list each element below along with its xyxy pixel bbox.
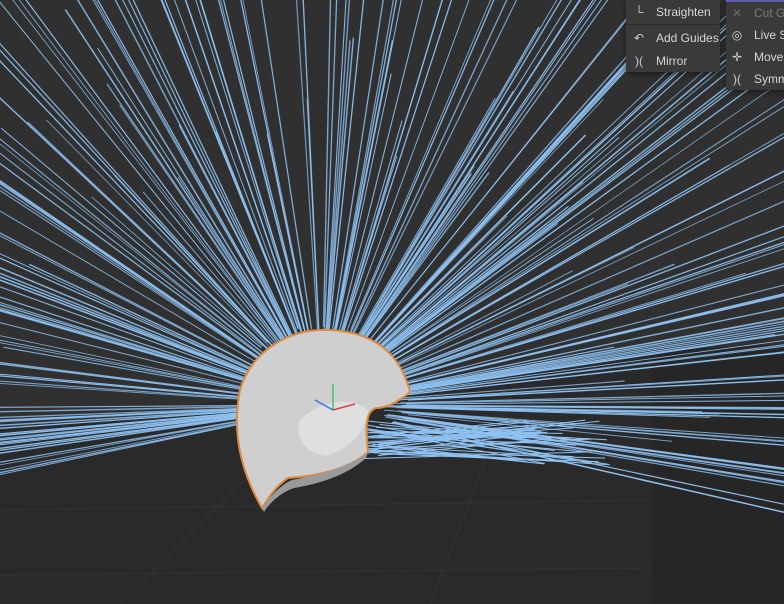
- live-selection-icon: ◎: [731, 28, 743, 42]
- straighten-icon: └: [634, 4, 644, 19]
- symmetry-icon: )(: [733, 72, 741, 86]
- move-label: Move: [754, 50, 784, 64]
- hair-tools-menu: └ Straighten ↶ Add Guides )( Mirror: [626, 0, 720, 72]
- mirror-icon: )(: [635, 53, 643, 68]
- edit-tools-menu: ✕ Cut Gu ◎ Live Se ✛ Move )( Symme: [726, 0, 784, 90]
- symmetry-menu-item[interactable]: )( Symme: [726, 68, 784, 90]
- add-guides-icon: ↶: [633, 30, 645, 45]
- cut-guides-icon: ✕: [731, 6, 743, 20]
- mirror-label: Mirror: [656, 53, 688, 68]
- straighten-menu-item[interactable]: └ Straighten: [626, 0, 720, 23]
- straighten-label: Straighten: [656, 4, 711, 19]
- add-guides-menu-item[interactable]: ↶ Add Guides: [626, 26, 720, 49]
- cut-guides-menu-item[interactable]: ✕ Cut Gu: [726, 2, 784, 24]
- live-selection-menu-item[interactable]: ◎ Live Se: [726, 24, 784, 46]
- symmetry-label: Symme: [754, 72, 784, 86]
- menu-separator: [626, 24, 720, 25]
- cut-guides-label: Cut Gu: [754, 6, 784, 20]
- move-icon: ✛: [731, 50, 743, 64]
- move-menu-item[interactable]: ✛ Move: [726, 46, 784, 68]
- add-guides-label: Add Guides: [656, 30, 719, 45]
- 3d-viewport[interactable]: [0, 0, 784, 604]
- live-selection-label: Live Se: [754, 28, 784, 42]
- viewport-scene[interactable]: [0, 0, 784, 604]
- mirror-menu-item[interactable]: )( Mirror: [626, 49, 720, 72]
